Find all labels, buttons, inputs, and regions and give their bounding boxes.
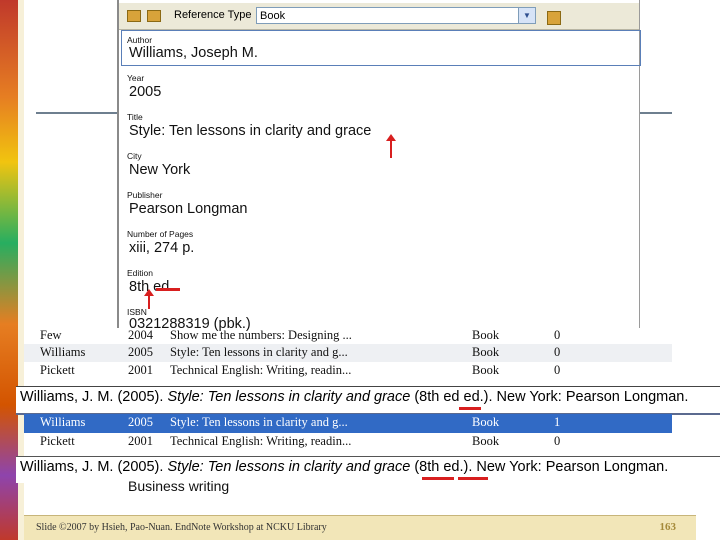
pages-field[interactable]: xiii, 274 p. [129, 240, 194, 256]
list-row[interactable]: Pickett 2001 Technical English: Writing,… [24, 362, 672, 380]
reference-list-selected: Williams 2005 Style: Ten lessons in clar… [24, 414, 672, 454]
author-field[interactable]: Williams, Joseph M. [129, 45, 258, 61]
cell-count: 0 [554, 434, 561, 448]
citation-preview-after: Williams, J. M. (2005). Style: Ten lesso… [16, 456, 720, 483]
title-label: Title [127, 112, 143, 122]
list-row-selected[interactable]: Williams 2005 Style: Ten lessons in clar… [24, 414, 672, 433]
annotation-arrow-icon [144, 289, 154, 309]
cell-type: Book [472, 345, 500, 359]
bottom-list: Business writing [128, 478, 229, 494]
annotation-underline [422, 477, 454, 480]
cell-year: 2005 [128, 415, 153, 429]
citation-text: Williams, J. M. (2005). Style: Ten lesso… [20, 459, 668, 475]
cell-title: Style: Ten lessons in clarity and g... [170, 415, 348, 429]
cell-count: 0 [554, 328, 561, 342]
city-field[interactable]: New York [129, 162, 190, 178]
reference-type-value: Book [260, 10, 286, 22]
citation-author-year: Williams, J. M. (2005). [20, 459, 168, 475]
list-item: Business writing [128, 478, 230, 494]
year-field[interactable]: 2005 [129, 84, 161, 100]
folder-icon[interactable] [127, 10, 141, 22]
reference-type-label: Reference Type [174, 9, 252, 21]
cell-title: Technical English: Writing, readin... [170, 434, 352, 448]
reference-list-background: Few 2004 Show me the numbers: Designing … [24, 325, 672, 383]
cell-author: Williams [40, 345, 86, 359]
citation-text: Williams, J. M. (2005). Style: Ten lesso… [20, 389, 688, 405]
publisher-label: Publisher [127, 190, 163, 200]
author-label: Author [127, 35, 153, 45]
cell-count: 1 [554, 415, 561, 429]
folder-icon[interactable] [147, 10, 161, 22]
citation-title: Style: Ten lessons in clarity and grace [167, 459, 411, 475]
citation-rest: (8th ed.). New York: Pearson Longman. [410, 459, 669, 475]
cell-year: 2001 [128, 434, 153, 448]
pages-label: Number of Pages [127, 229, 194, 239]
chevron-down-icon[interactable]: ▼ [518, 8, 535, 23]
cell-count: 0 [554, 363, 561, 377]
cell-type: Book [472, 434, 500, 448]
cell-type: Book [472, 415, 500, 429]
cell-year: 2005 [128, 345, 153, 359]
cell-author: Pickett [40, 363, 75, 377]
title-rule-right [636, 112, 672, 114]
cell-type: Book [472, 363, 500, 377]
citation-preview-before: Williams, J. M. (2005). Style: Ten lesso… [16, 386, 720, 415]
reference-type-dropdown[interactable]: Book ▼ [256, 7, 536, 24]
annotation-underline [459, 407, 481, 410]
cell-title: Technical English: Writing, readin... [170, 363, 352, 377]
isbn-field[interactable]: 0321288319 (pbk.) [129, 316, 251, 332]
citation-rest: (8th ed ed.). New York: Pearson Longman. [410, 389, 689, 405]
citation-author-year: Williams, J. M. (2005). [20, 389, 168, 405]
title-field[interactable]: Style: Ten lessons in clarity and grace [129, 123, 371, 139]
cell-author: Williams [40, 415, 86, 429]
page-number: 163 [659, 521, 677, 533]
reference-edit-window: Reference Type Book ▼ Author Williams, J… [117, 0, 641, 332]
annotation-arrow-icon [386, 134, 396, 158]
title-rule-left [36, 112, 118, 114]
note-icon[interactable] [547, 11, 561, 25]
cell-title: Style: Ten lessons in clarity and g... [170, 345, 348, 359]
edition-label: Edition [127, 268, 153, 278]
slide-footer: Slide ©2007 by Hsieh, Pao-Nuan. EndNote … [24, 515, 696, 540]
year-label: Year [127, 73, 145, 83]
annotation-underline [458, 477, 488, 480]
cell-author: Few [40, 328, 62, 342]
cell-type: Book [472, 328, 500, 342]
cell-count: 0 [554, 345, 561, 359]
city-label: City [127, 151, 142, 161]
cell-year: 2001 [128, 363, 153, 377]
cell-author: Pickett [40, 434, 75, 448]
annotation-underline [156, 288, 180, 291]
form-toolbar: Reference Type Book ▼ [119, 3, 639, 30]
citation-title: Style: Ten lessons in clarity and grace [167, 389, 411, 405]
footer-text: Slide ©2007 by Hsieh, Pao-Nuan. EndNote … [36, 522, 327, 533]
list-row[interactable]: Williams 2005 Style: Ten lessons in clar… [24, 344, 672, 362]
list-row[interactable]: Few 2004 Show me the numbers: Designing … [24, 327, 672, 345]
publisher-field[interactable]: Pearson Longman [129, 201, 248, 217]
list-row[interactable]: Pickett 2001 Technical English: Writing,… [24, 433, 672, 451]
